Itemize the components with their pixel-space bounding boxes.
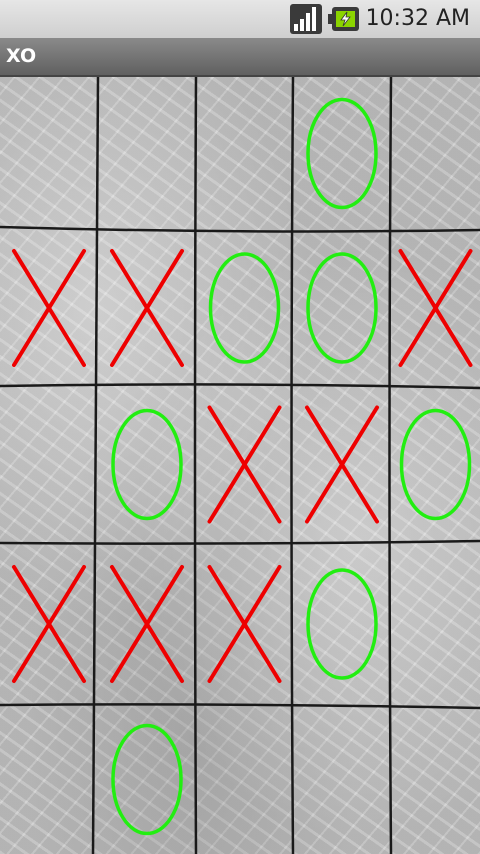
battery-charging-icon (328, 7, 359, 31)
status-clock: 10:32 AM (365, 6, 470, 31)
board-cell-r5-c1[interactable] (0, 705, 98, 854)
app-title-bar: XO (0, 38, 480, 77)
signal-strength-icon (290, 4, 322, 34)
board-cell-r2-c1[interactable] (0, 230, 98, 386)
board-cell-r1-c2[interactable] (98, 77, 196, 230)
app-title: XO (6, 45, 37, 67)
board-cell-r4-c2[interactable] (98, 543, 196, 705)
board-cell-r2-c5[interactable] (391, 230, 480, 386)
board-cell-r5-c4[interactable] (293, 705, 391, 854)
game-board[interactable] (0, 77, 480, 854)
board-cell-r3-c3[interactable] (196, 386, 293, 543)
board-cell-r2-c4[interactable] (293, 230, 391, 386)
board-cell-r5-c3[interactable] (196, 705, 293, 854)
board-cell-r1-c3[interactable] (196, 77, 293, 230)
board-cell-r5-c2[interactable] (98, 705, 196, 854)
board-cell-r1-c5[interactable] (391, 77, 480, 230)
board-cell-r2-c2[interactable] (98, 230, 196, 386)
status-bar: 10:32 AM (0, 0, 480, 39)
board-cell-r5-c5[interactable] (391, 705, 480, 854)
board-cell-r3-c1[interactable] (0, 386, 98, 543)
board-cell-r4-c1[interactable] (0, 543, 98, 705)
board-cell-r3-c4[interactable] (293, 386, 391, 543)
board-cell-r3-c5[interactable] (391, 386, 480, 543)
board-cell-r4-c5[interactable] (391, 543, 480, 705)
board-cell-r2-c3[interactable] (196, 230, 293, 386)
board-cell-r4-c4[interactable] (293, 543, 391, 705)
board-canvas[interactable] (0, 77, 480, 854)
board-cell-r4-c3[interactable] (196, 543, 293, 705)
board-cell-r1-c1[interactable] (0, 77, 98, 230)
board-cell-r3-c2[interactable] (98, 386, 196, 543)
board-cells[interactable] (0, 77, 480, 854)
board-cell-r1-c4[interactable] (293, 77, 391, 230)
